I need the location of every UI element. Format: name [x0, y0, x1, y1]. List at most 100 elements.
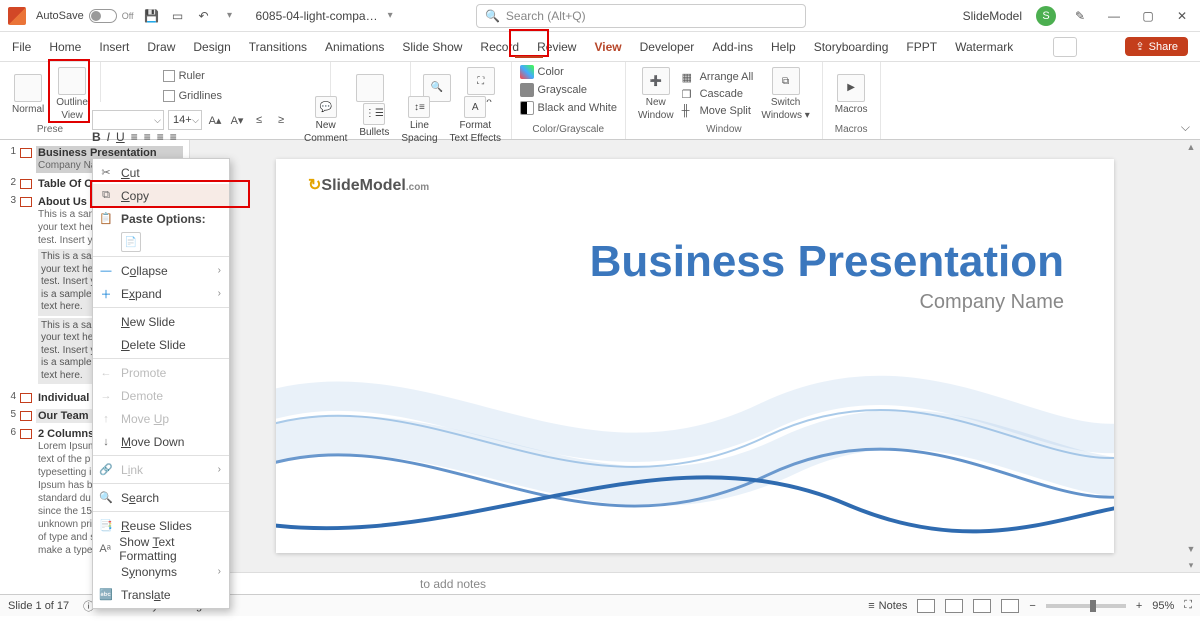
- share-button[interactable]: ⇪ Share: [1125, 37, 1188, 56]
- tab-insert[interactable]: Insert: [99, 36, 129, 58]
- align-right-icon[interactable]: ≡: [157, 130, 164, 144]
- zoom-out-icon[interactable]: −: [1029, 600, 1035, 612]
- group-label-window: Window: [706, 124, 742, 137]
- text-effects-button[interactable]: AFormatText Effects: [446, 94, 506, 146]
- new-window-button[interactable]: ➕NewWindow: [634, 65, 678, 123]
- tab-draw[interactable]: Draw: [147, 36, 175, 58]
- slideshow-view-icon[interactable]: [1001, 599, 1019, 613]
- fit-slide-icon[interactable]: ⛶: [1184, 599, 1192, 612]
- menu-search[interactable]: 🔍Search: [93, 486, 229, 509]
- normal-view-icon[interactable]: [917, 599, 935, 613]
- decrease-font-icon[interactable]: A▾: [228, 110, 246, 130]
- decrease-indent-icon[interactable]: ≤: [250, 110, 268, 130]
- menu-synonyms[interactable]: Synonyms›: [93, 560, 229, 583]
- line-spacing-button[interactable]: ↕≡LineSpacing: [397, 94, 441, 146]
- zoom-in-icon[interactable]: +: [1136, 600, 1142, 612]
- tab-file[interactable]: File: [12, 36, 31, 58]
- scroll-down2-icon[interactable]: ▾: [1184, 558, 1198, 572]
- align-center-icon[interactable]: ≡: [144, 130, 151, 144]
- move-split-button[interactable]: ╫Move Split: [682, 103, 754, 119]
- scroll-down-icon[interactable]: ▼: [1184, 542, 1198, 556]
- switch-windows-button[interactable]: ⧉SwitchWindows ▾: [757, 65, 813, 123]
- underline-icon[interactable]: U: [116, 130, 125, 144]
- color-button[interactable]: Color: [520, 64, 564, 80]
- tab-fppt[interactable]: FPPT: [906, 36, 937, 58]
- scroll-up-icon[interactable]: ▲: [1184, 140, 1198, 154]
- notes-toggle[interactable]: ≡ Notes: [868, 600, 907, 612]
- autosave-toggle[interactable]: AutoSave Off: [36, 9, 134, 23]
- tab-transitions[interactable]: Transitions: [249, 36, 307, 58]
- align-justify-icon[interactable]: ≡: [170, 130, 177, 144]
- normal-view-button[interactable]: Normal: [8, 72, 48, 117]
- tab-record[interactable]: Record: [480, 36, 519, 58]
- menu-paste-options-header: 📋Paste Options:: [93, 207, 229, 230]
- tab-help[interactable]: Help: [771, 36, 796, 58]
- movedown-icon: ↓: [99, 435, 113, 449]
- zoom-slider[interactable]: [1046, 604, 1126, 608]
- account-avatar[interactable]: S: [1036, 6, 1056, 26]
- cut-icon: ✂: [99, 166, 113, 180]
- menu-move-down[interactable]: ↓Move Down: [93, 430, 229, 453]
- document-filename[interactable]: 6085-04-light-compa…: [256, 9, 378, 23]
- black-white-button[interactable]: Black and White: [520, 100, 617, 116]
- increase-font-icon[interactable]: A▴: [206, 110, 224, 130]
- ruler-checkbox[interactable]: Ruler: [163, 68, 205, 84]
- bold-icon[interactable]: B: [92, 130, 101, 144]
- menu-translate[interactable]: 🔤Translate: [93, 583, 229, 606]
- bullets-button[interactable]: ⋮☰Bullets: [355, 101, 393, 140]
- cascade-button[interactable]: ❐Cascade: [682, 86, 754, 102]
- tab-animations[interactable]: Animations: [325, 36, 384, 58]
- reading-view-icon[interactable]: [973, 599, 991, 613]
- font-family-combo[interactable]: [92, 110, 164, 130]
- slide-title: Business Presentation: [590, 237, 1064, 287]
- menu-cut[interactable]: ✂Cut: [93, 161, 229, 184]
- menu-new-slide[interactable]: New Slide: [93, 310, 229, 333]
- font-size-combo[interactable]: 14+: [168, 110, 202, 130]
- present-icon[interactable]: ▭: [170, 8, 186, 24]
- minimize-icon[interactable]: —: [1104, 6, 1124, 26]
- menu-paste-option-keep[interactable]: 📄: [93, 230, 229, 254]
- notes-pane[interactable]: to add notes: [190, 572, 1200, 594]
- zoom-percent[interactable]: 95%: [1152, 600, 1174, 612]
- vertical-scrollbar[interactable]: ▲ ▼ ▾: [1184, 140, 1198, 572]
- italic-icon[interactable]: I: [107, 130, 110, 144]
- collapse-icon: —: [99, 264, 113, 278]
- tab-addins[interactable]: Add-ins: [712, 36, 753, 58]
- menu-collapse[interactable]: —Collapse›: [93, 259, 229, 282]
- tab-slideshow[interactable]: Slide Show: [402, 36, 462, 58]
- slide-canvas[interactable]: ↻SlideModel.com Business Presentation Co…: [190, 140, 1200, 572]
- tab-design[interactable]: Design: [193, 36, 230, 58]
- menu-show-text-formatting[interactable]: AᵃShow Text Formatting: [93, 537, 229, 560]
- qat-more-icon[interactable]: ▾: [222, 8, 238, 24]
- search-input[interactable]: 🔍 Search (Alt+Q): [476, 4, 806, 28]
- tab-home[interactable]: Home: [49, 36, 81, 58]
- close-icon[interactable]: ✕: [1172, 6, 1192, 26]
- macros-button[interactable]: ▶Macros: [831, 72, 872, 117]
- arrange-all-button[interactable]: ▦Arrange All: [682, 69, 754, 85]
- sorter-view-icon[interactable]: [945, 599, 963, 613]
- menu-move-up: ↑Move Up: [93, 407, 229, 430]
- tab-view[interactable]: View: [594, 36, 621, 58]
- slide-indicator[interactable]: Slide 1 of 17: [8, 600, 69, 612]
- increase-indent-icon[interactable]: ≥: [272, 110, 290, 130]
- filename-dropdown-icon[interactable]: ▾: [388, 10, 393, 21]
- collapse-ribbon-icon[interactable]: ⌵: [1181, 120, 1190, 135]
- group-label-presentation: Prese: [37, 124, 63, 137]
- comments-button[interactable]: [1053, 37, 1077, 57]
- menu-expand[interactable]: ＋Expand›: [93, 282, 229, 305]
- tab-watermark[interactable]: Watermark: [955, 36, 1013, 58]
- undo-icon[interactable]: ↶: [196, 8, 212, 24]
- new-comment-button[interactable]: 💬NewComment: [300, 94, 351, 146]
- outline-view-button[interactable]: OutlineView: [52, 65, 92, 123]
- grayscale-button[interactable]: Grayscale: [520, 82, 588, 98]
- maximize-icon[interactable]: ▢: [1138, 6, 1158, 26]
- save-icon[interactable]: 💾: [144, 8, 160, 24]
- menu-copy[interactable]: ⧉Copy: [93, 184, 229, 207]
- tab-developer[interactable]: Developer: [640, 36, 695, 58]
- tab-review[interactable]: Review: [537, 36, 576, 58]
- account-name[interactable]: SlideModel: [963, 9, 1022, 23]
- menu-delete-slide[interactable]: Delete Slide: [93, 333, 229, 356]
- align-left-icon[interactable]: ≡: [131, 130, 138, 144]
- tab-storyboarding[interactable]: Storyboarding: [814, 36, 889, 58]
- ink-icon[interactable]: ✎: [1070, 6, 1090, 26]
